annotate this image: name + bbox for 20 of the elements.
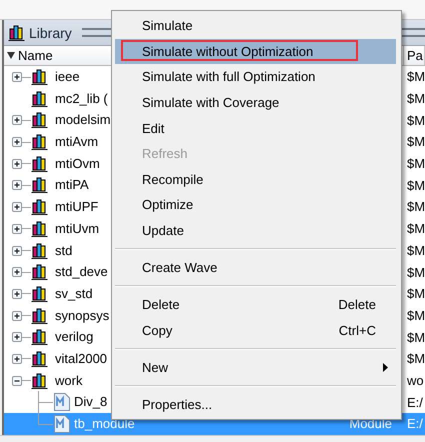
path-cell-text: $M — [406, 156, 425, 172]
shortcut-text: Ctrl+C — [338, 322, 376, 338]
path-cell-text: wo — [406, 372, 424, 388]
panel-title: Library — [29, 24, 72, 40]
path-cell-text: E:/ — [406, 416, 423, 432]
path-cell-text: E:/ — [406, 394, 423, 410]
path-cell-text: $M — [406, 308, 425, 323]
shortcut-text: Delete — [338, 297, 376, 312]
path-cell-text: $M — [406, 134, 425, 150]
path-cell-text: $M — [406, 351, 425, 366]
path-cell-text: $M — [406, 221, 425, 236]
path-cell-text: $M — [406, 91, 425, 106]
path-cell-text: $M — [406, 330, 425, 345]
path-cell-text: $M — [406, 286, 425, 302]
path-cell-text: $M — [406, 112, 425, 128]
path-cell-text: $M — [406, 264, 425, 280]
path-cell-text: $M — [406, 178, 425, 193]
path-cell-text: $M — [406, 242, 425, 258]
path-cell-text: $M — [406, 199, 425, 214]
path-cell-text: $M — [406, 69, 425, 84]
